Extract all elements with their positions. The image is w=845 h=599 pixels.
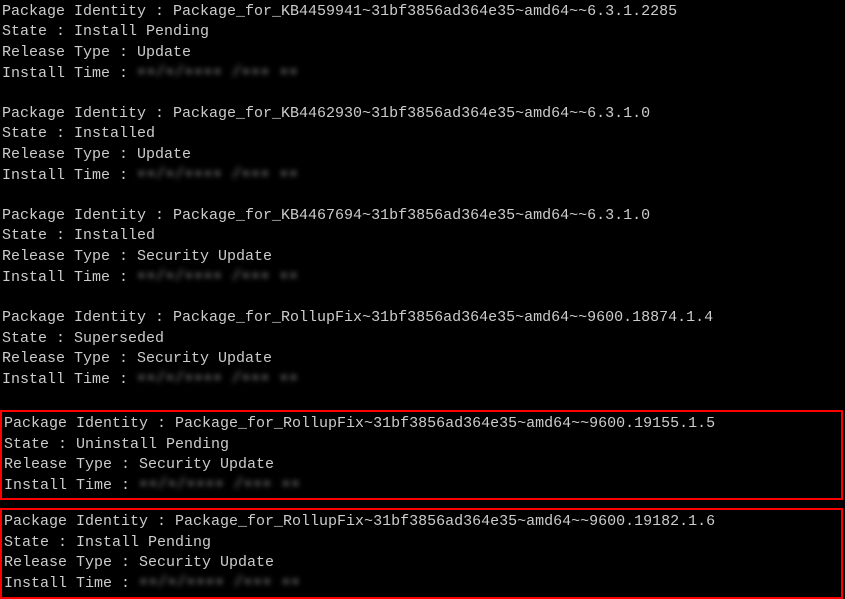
package-release-line: Release Type : Security Update bbox=[4, 553, 839, 573]
value-time-redacted: ▪▪/▪/▪▪▪▪ /▪▪▪ ▪▪ bbox=[139, 475, 301, 495]
label-release: Release Type : bbox=[4, 456, 139, 473]
package-state-line: State : Installed bbox=[2, 226, 843, 246]
label-identity: Package Identity : bbox=[2, 207, 173, 224]
value-time-redacted: ▪▪/▪/▪▪▪▪ /▪▪▪ ▪▪ bbox=[139, 573, 301, 593]
package-entry: Package Identity : Package_for_RollupFix… bbox=[0, 308, 845, 390]
value-release: Security Update bbox=[137, 350, 272, 367]
package-entry-highlighted: Package Identity : Package_for_RollupFix… bbox=[0, 410, 843, 500]
label-time: Install Time : bbox=[4, 575, 139, 592]
value-time-redacted: ▪▪/▪/▪▪▪▪ /▪▪▪ ▪▪ bbox=[137, 267, 299, 287]
value-time-redacted: ▪▪/▪/▪▪▪▪ /▪▪▪ ▪▪ bbox=[137, 165, 299, 185]
package-identity-line: Package Identity : Package_for_KB4467694… bbox=[2, 206, 843, 226]
package-state-line: State : Uninstall Pending bbox=[4, 435, 839, 455]
label-identity: Package Identity : bbox=[2, 105, 173, 122]
value-release: Update bbox=[137, 44, 191, 61]
package-release-line: Release Type : Update bbox=[2, 43, 843, 63]
label-identity: Package Identity : bbox=[4, 415, 175, 432]
package-state-line: State : Install Pending bbox=[2, 22, 843, 42]
package-entry: Package Identity : Package_for_KB4459941… bbox=[0, 2, 845, 84]
label-release: Release Type : bbox=[2, 44, 137, 61]
package-release-line: Release Type : Update bbox=[2, 145, 843, 165]
label-state: State : bbox=[4, 436, 76, 453]
package-entry-highlighted: Package Identity : Package_for_RollupFix… bbox=[0, 508, 843, 598]
label-identity: Package Identity : bbox=[4, 513, 175, 530]
package-release-line: Release Type : Security Update bbox=[4, 455, 839, 475]
value-identity: Package_for_KB4462930~31bf3856ad364e35~a… bbox=[173, 105, 650, 122]
package-state-line: State : Superseded bbox=[2, 329, 843, 349]
value-identity: Package_for_KB4467694~31bf3856ad364e35~a… bbox=[173, 207, 650, 224]
value-state: Installed bbox=[74, 125, 155, 142]
package-time-line: Install Time : ▪▪/▪/▪▪▪▪ /▪▪▪ ▪▪ bbox=[2, 369, 843, 390]
label-state: State : bbox=[2, 330, 74, 347]
value-identity: Package_for_KB4459941~31bf3856ad364e35~a… bbox=[173, 3, 677, 20]
label-state: State : bbox=[4, 534, 76, 551]
value-identity: Package_for_RollupFix~31bf3856ad364e35~a… bbox=[175, 513, 715, 530]
value-release: Security Update bbox=[139, 554, 274, 571]
value-identity: Package_for_RollupFix~31bf3856ad364e35~a… bbox=[175, 415, 715, 432]
package-identity-line: Package Identity : Package_for_KB4462930… bbox=[2, 104, 843, 124]
label-state: State : bbox=[2, 125, 74, 142]
package-state-line: State : Install Pending bbox=[4, 533, 839, 553]
label-identity: Package Identity : bbox=[2, 309, 173, 326]
package-time-line: Install Time : ▪▪/▪/▪▪▪▪ /▪▪▪ ▪▪ bbox=[4, 475, 839, 496]
value-time-redacted: ▪▪/▪/▪▪▪▪ /▪▪▪ ▪▪ bbox=[137, 369, 299, 389]
package-entry: Package Identity : Package_for_KB4467694… bbox=[0, 206, 845, 288]
label-state: State : bbox=[2, 227, 74, 244]
label-release: Release Type : bbox=[2, 248, 137, 265]
value-identity: Package_for_RollupFix~31bf3856ad364e35~a… bbox=[173, 309, 713, 326]
value-release: Update bbox=[137, 146, 191, 163]
package-identity-line: Package Identity : Package_for_RollupFix… bbox=[2, 308, 843, 328]
package-state-line: State : Installed bbox=[2, 124, 843, 144]
value-time-redacted: ▪▪/▪/▪▪▪▪ /▪▪▪ ▪▪ bbox=[137, 63, 299, 83]
package-time-line: Install Time : ▪▪/▪/▪▪▪▪ /▪▪▪ ▪▪ bbox=[2, 63, 843, 84]
value-state: Install Pending bbox=[76, 534, 211, 551]
value-state: Superseded bbox=[74, 330, 164, 347]
package-release-line: Release Type : Security Update bbox=[2, 349, 843, 369]
value-release: Security Update bbox=[137, 248, 272, 265]
package-time-line: Install Time : ▪▪/▪/▪▪▪▪ /▪▪▪ ▪▪ bbox=[4, 573, 839, 594]
package-release-line: Release Type : Security Update bbox=[2, 247, 843, 267]
package-identity-line: Package Identity : Package_for_RollupFix… bbox=[4, 512, 839, 532]
label-release: Release Type : bbox=[2, 350, 137, 367]
label-release: Release Type : bbox=[2, 146, 137, 163]
label-identity: Package Identity : bbox=[2, 3, 173, 20]
value-release: Security Update bbox=[139, 456, 274, 473]
label-time: Install Time : bbox=[2, 371, 137, 388]
package-time-line: Install Time : ▪▪/▪/▪▪▪▪ /▪▪▪ ▪▪ bbox=[2, 267, 843, 288]
value-state: Install Pending bbox=[74, 23, 209, 40]
label-time: Install Time : bbox=[2, 65, 137, 82]
package-identity-line: Package Identity : Package_for_KB4459941… bbox=[2, 2, 843, 22]
package-identity-line: Package Identity : Package_for_RollupFix… bbox=[4, 414, 839, 434]
package-entry: Package Identity : Package_for_KB4462930… bbox=[0, 104, 845, 186]
value-state: Uninstall Pending bbox=[76, 436, 229, 453]
label-time: Install Time : bbox=[2, 167, 137, 184]
label-release: Release Type : bbox=[4, 554, 139, 571]
value-state: Installed bbox=[74, 227, 155, 244]
label-time: Install Time : bbox=[2, 269, 137, 286]
package-time-line: Install Time : ▪▪/▪/▪▪▪▪ /▪▪▪ ▪▪ bbox=[2, 165, 843, 186]
label-time: Install Time : bbox=[4, 477, 139, 494]
label-state: State : bbox=[2, 23, 74, 40]
